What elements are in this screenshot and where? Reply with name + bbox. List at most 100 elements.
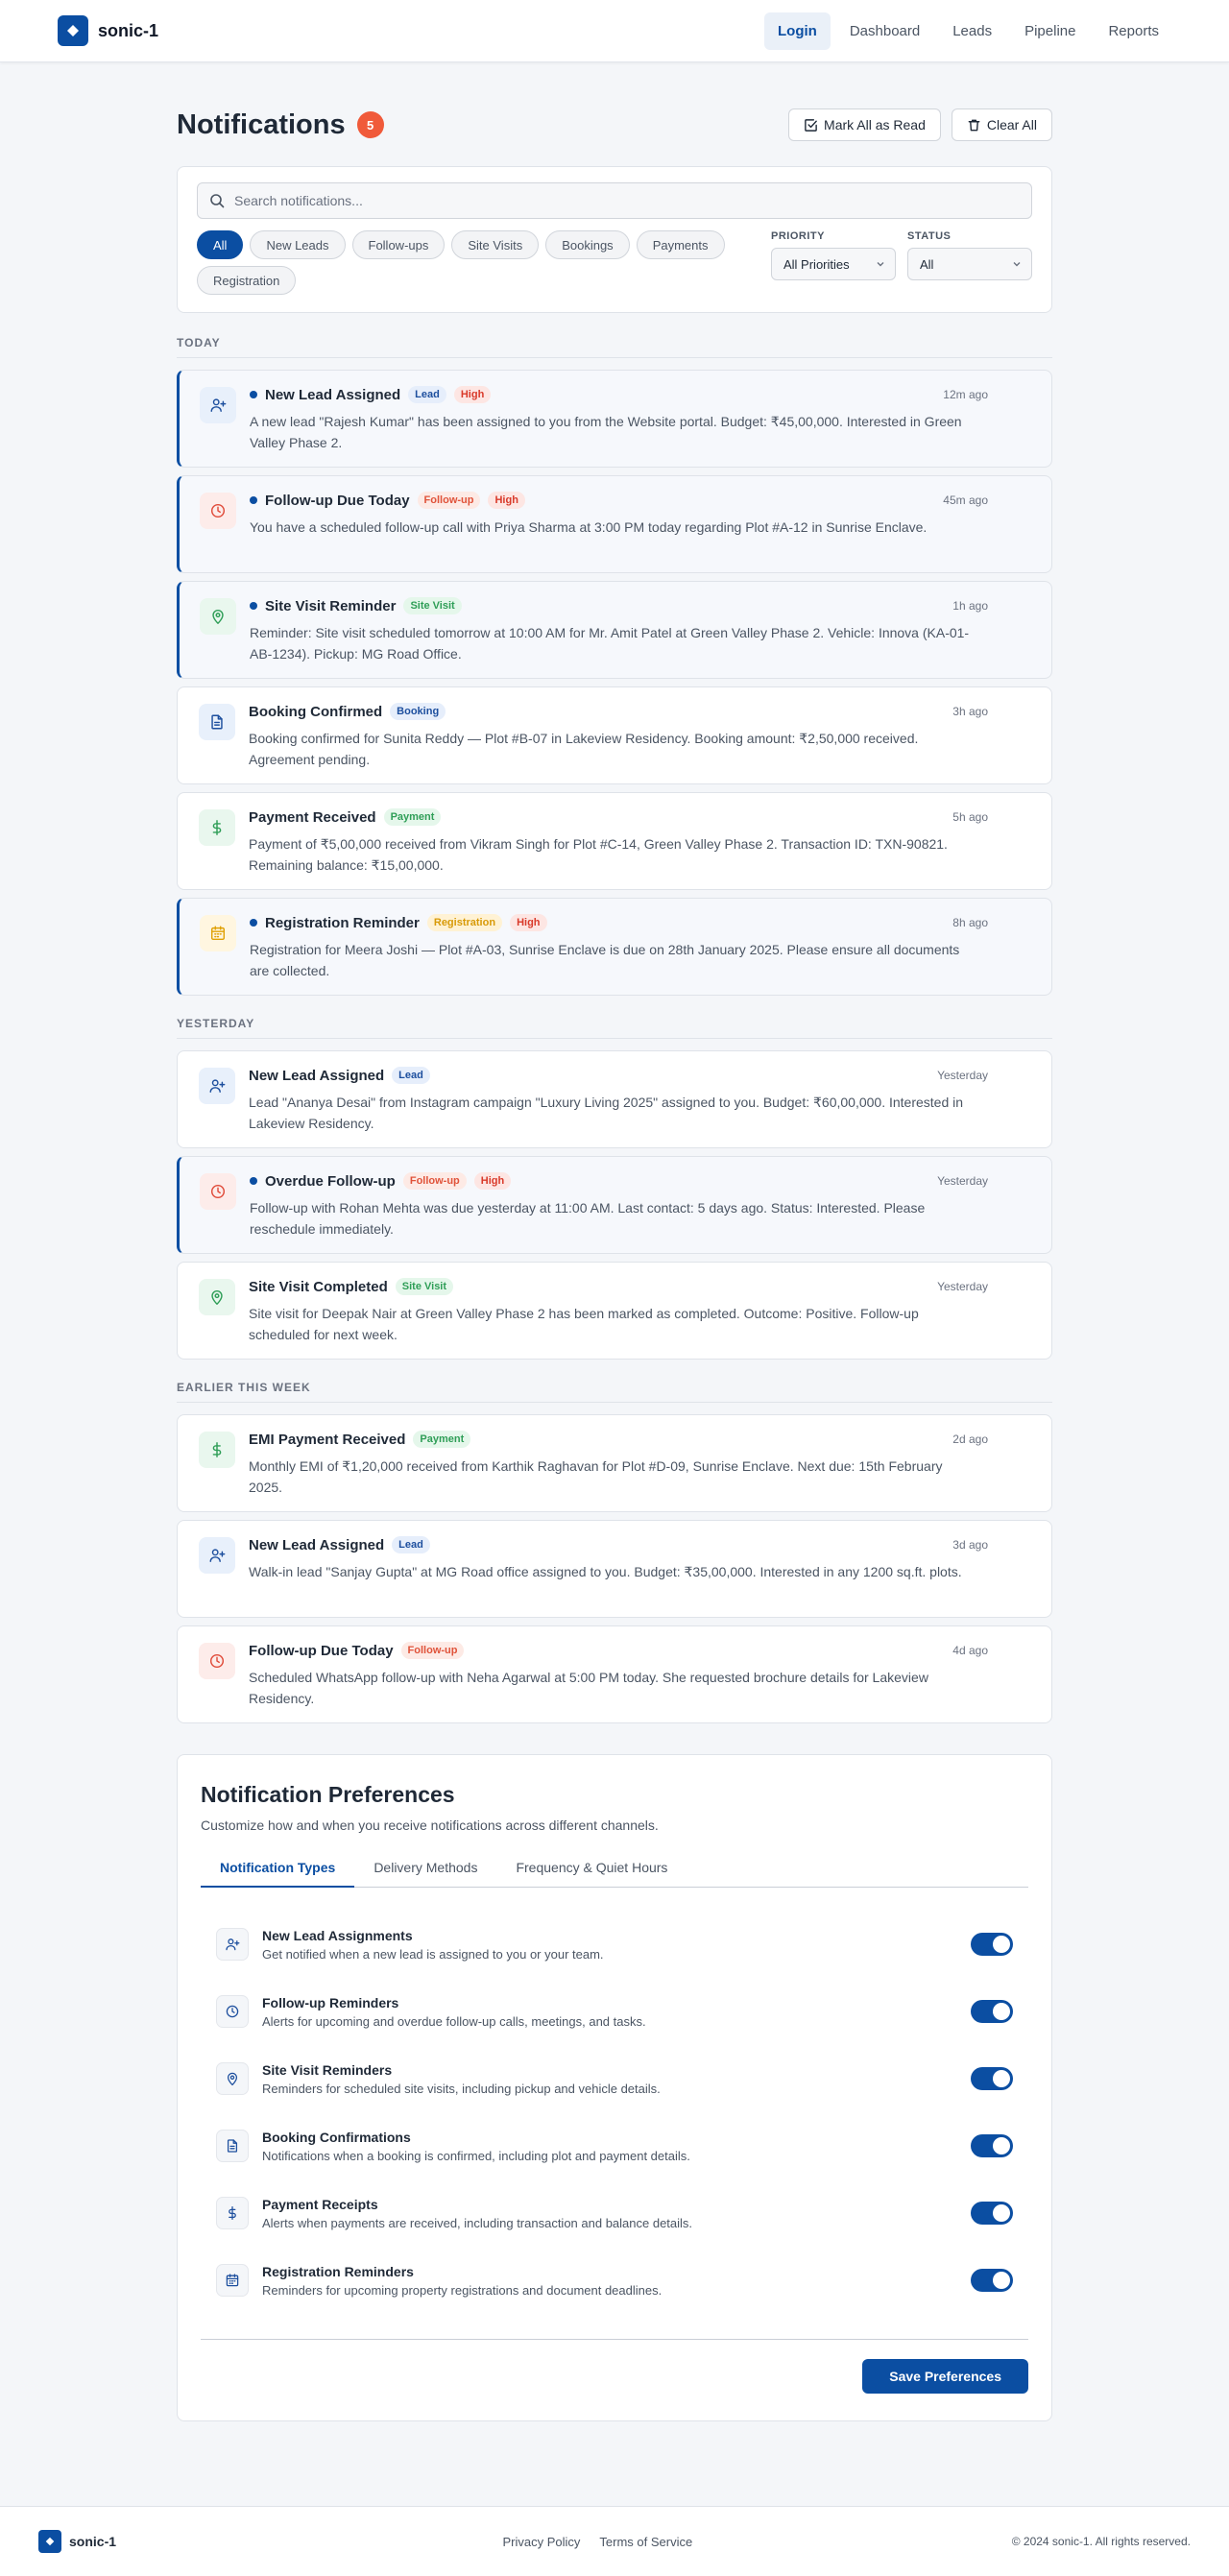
filter-chip-bookings[interactable]: Bookings [545,230,630,259]
user-plus-icon [216,1928,249,1961]
category-tag: Follow-up [400,1642,465,1659]
category-tag: Booking [390,703,446,720]
preference-toggle[interactable] [971,2202,1013,2225]
notification-time: 8h ago [952,916,988,929]
nav-login[interactable]: Login [764,12,831,50]
notification-card[interactable]: EMI Payment Received Payment 2d ago Monthly… [177,1414,1052,1512]
notification-message: A new lead "Rajesh Kumar" has been assig… [250,414,962,450]
mark-all-read-button[interactable]: Mark All as Read [788,108,941,141]
footer-link-privacy-policy[interactable]: Privacy Policy [503,2535,581,2549]
preference-toggle[interactable] [971,2000,1013,2023]
notification-card[interactable]: New Lead Assigned Lead Yesterday Lead "Anan… [177,1050,1052,1148]
notification-title: Follow-up Due Today [249,1642,394,1659]
notification-message: Monthly EMI of ₹1,20,000 received from K… [249,1458,943,1495]
nav-dashboard[interactable]: Dashboard [836,12,933,50]
search-input[interactable] [234,193,1020,208]
preference-name: Site Visit Reminders [262,2061,393,2078]
toggle-knob [993,2070,1010,2087]
footer: sonic-1 Privacy Policy Terms of Service ©… [0,2506,1229,2576]
unread-dot [250,1177,257,1185]
map-pin-icon [216,2062,249,2095]
copyright: © 2024 sonic-1. All rights reserved. [1011,2535,1191,2548]
footer-brand[interactable]: sonic-1 [38,2530,116,2553]
filter-chip-registration[interactable]: Registration [197,266,297,295]
notification-message: Booking confirmed for Sunita Reddy — Plo… [249,731,919,767]
notification-title: Booking Confirmed [249,703,383,720]
notification-title: Site Visit Reminder [265,597,397,614]
status-label: Status [907,230,952,242]
notification-message: Scheduled WhatsApp follow-up with Neha A… [249,1670,928,1706]
filter-chip-all[interactable]: All [197,230,244,259]
page-title: Notifications [177,108,346,140]
preference-description: Reminders for upcoming property registra… [262,2282,663,2298]
save-preferences-button[interactable]: Save Preferences [862,2359,1028,2394]
priority-tag: High [510,914,547,931]
preference-item: Follow-up Reminders Alerts for upcoming a… [201,1978,1028,2045]
notification-time: 5h ago [952,810,988,824]
search-box [197,182,1032,219]
notification-group: Yesterday New Lead Assigned Lead Yesterday L… [177,1017,1052,1360]
toggle-knob [993,1936,1010,1953]
notification-message: Lead "Ananya Desai" from Instagram campa… [249,1095,964,1131]
notification-card[interactable]: Follow-up Due Today Follow-up High 45m ago Y… [177,475,1052,573]
status-select[interactable]: All [907,248,1032,280]
tab-delivery-methods[interactable]: Delivery Methods [354,1860,496,1888]
notification-time: Yesterday [937,1280,988,1293]
toggle-knob [993,2137,1010,2155]
priority-select[interactable]: All Priorities [771,248,896,280]
footer-link-terms-of-service[interactable]: Terms of Service [599,2535,692,2549]
notification-card[interactable]: Booking Confirmed Booking 3h ago Booking co… [177,686,1052,784]
category-tag: Follow-up [402,1172,467,1190]
notification-group: Today New Lead Assigned Lead High 12m ago A n… [177,336,1052,996]
filter-chip-payments[interactable]: Payments [636,230,725,259]
nav-pipeline[interactable]: Pipeline [1011,12,1089,50]
unread-dot [250,496,257,504]
notification-time: 12m ago [943,388,988,401]
clock-icon [199,1643,235,1679]
dollar-icon [216,2197,249,2229]
footer-links: Privacy Policy Terms of Service [503,2535,693,2549]
notification-card[interactable]: Payment Received Payment 5h ago Payment of … [177,792,1052,890]
filter-chip-site-visits[interactable]: Site Visits [451,230,540,259]
priority-tag: High [488,492,525,509]
top-navbar: sonic-1 Login Dashboard Leads Pipeline Repor… [0,0,1229,62]
category-tag: Follow-up [417,492,481,509]
notification-message: You have a scheduled follow-up call with… [250,519,928,535]
preference-toggle[interactable] [971,1933,1013,1956]
clear-all-button[interactable]: Clear All [951,108,1052,141]
notification-card[interactable]: Follow-up Due Today Follow-up 4d ago Schedu… [177,1625,1052,1723]
check-square-icon [804,118,818,132]
notification-card[interactable]: New Lead Assigned Lead High 12m ago A new le… [177,370,1052,468]
brand[interactable]: sonic-1 [58,15,158,46]
notification-card[interactable]: New Lead Assigned Lead 3d ago Walk-in lead … [177,1520,1052,1618]
preference-description: Notifications when a booking is confirme… [262,2148,690,2163]
nav-reports[interactable]: Reports [1095,12,1172,50]
notification-card[interactable]: Registration Reminder Registration High 8h … [177,898,1052,996]
nav-leads[interactable]: Leads [939,12,1005,50]
notification-title: Overdue Follow-up [265,1172,396,1190]
clock-icon [200,493,236,529]
notification-preferences: Notification Preferences Customize how a… [177,1754,1052,2421]
notification-card[interactable]: Overdue Follow-up Follow-up High Yesterday F… [177,1156,1052,1254]
notification-card[interactable]: Site Visit Reminder Site Visit 1h ago Remin… [177,581,1052,679]
toggle-knob [993,2272,1010,2289]
search-icon [209,193,225,208]
preference-toggle[interactable] [971,2067,1013,2090]
preference-item: New Lead Assignments Get notified when a … [201,1911,1028,1978]
filter-chip-new-leads[interactable]: New Leads [250,230,346,259]
notification-title: Payment Received [249,808,376,826]
notification-title: New Lead Assigned [249,1536,385,1553]
filter-chip-follow-ups[interactable]: Follow-ups [351,230,446,259]
preference-toggle[interactable] [971,2269,1013,2292]
notification-title: Site Visit Completed [249,1278,388,1295]
notification-card[interactable]: Site Visit Completed Site Visit Yesterday S… [177,1262,1052,1360]
preference-toggle[interactable] [971,2134,1013,2157]
tab-notification-types[interactable]: Notification Types [201,1860,355,1888]
diamond-icon [38,2530,61,2553]
tab-frequency-quiet-hours[interactable]: Frequency & Quiet Hours [496,1860,687,1888]
preference-name: New Lead Assignments [262,1927,413,1943]
unread-dot [250,919,257,927]
notification-title: Follow-up Due Today [265,492,410,509]
notification-title: New Lead Assigned [265,386,401,403]
preference-description: Alerts for upcoming and overdue follow-u… [262,2013,646,2029]
